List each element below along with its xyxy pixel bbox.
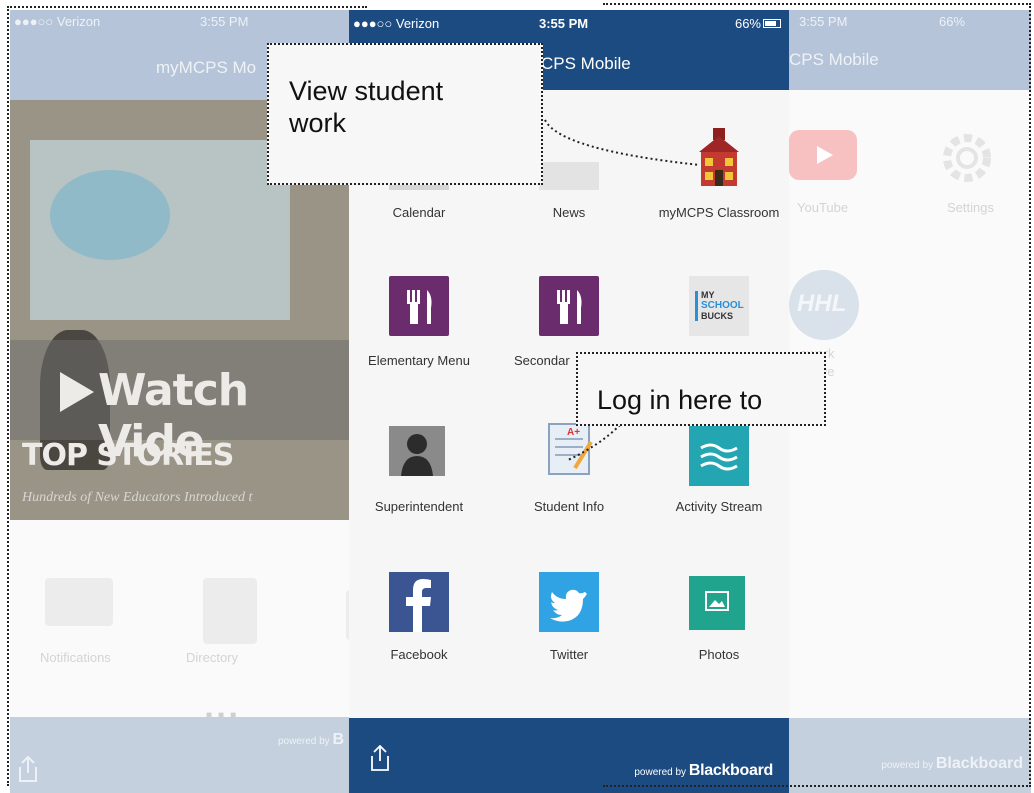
callout-log-in-text: Log in here to [597,385,763,415]
callout-view-line2: work [289,108,347,138]
callout-view-student-work: View student work [267,43,543,185]
screenshot-stage: ●●●○○ Verizon 3:55 PM myMCPS Mo Watch Vi… [0,0,1034,793]
callout-view-line1: View student [289,76,444,106]
callout-log-in: Log in here to [576,352,826,426]
